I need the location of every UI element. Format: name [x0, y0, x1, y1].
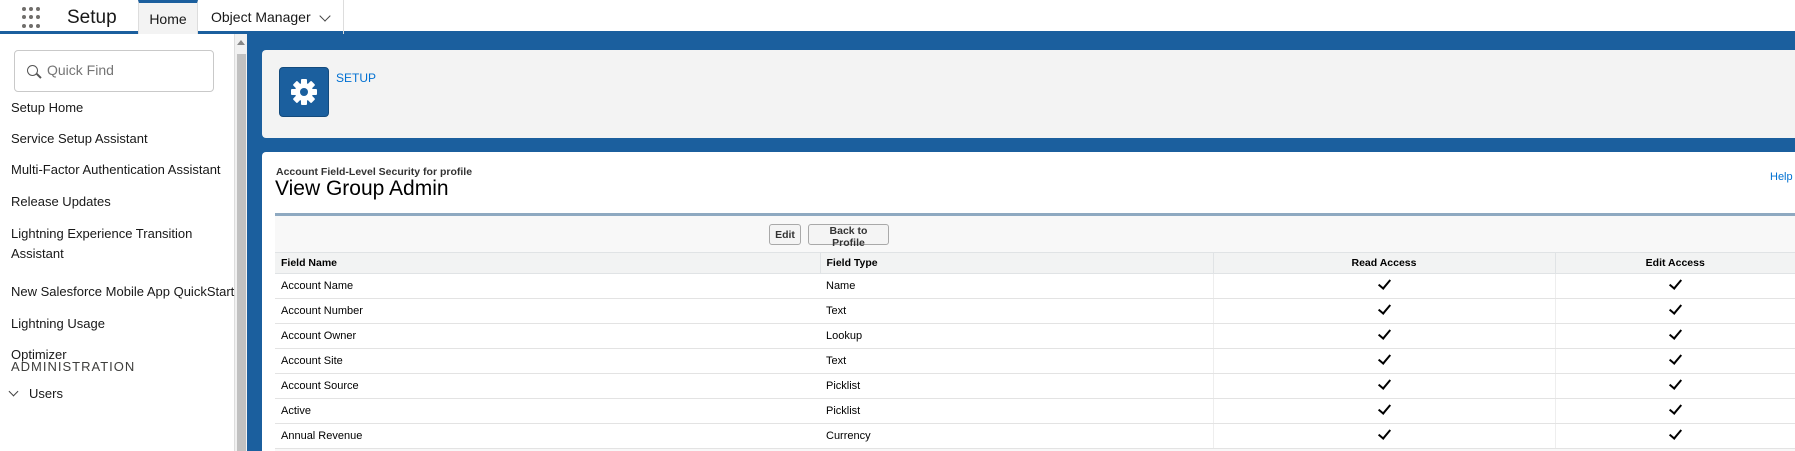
column-header-edit-access: Edit Access	[1554, 252, 1795, 274]
checkmark-icon	[1377, 351, 1391, 365]
field-name-cell: Account Site	[275, 348, 820, 374]
edit-button[interactable]: Edit	[769, 224, 801, 245]
table-row: Account Site Text	[275, 348, 1795, 374]
field-name-cell: Account Source	[275, 373, 820, 399]
table-row: Account Number Text	[275, 298, 1795, 324]
checkmark-icon	[1377, 401, 1391, 415]
search-icon	[27, 65, 38, 76]
checkmark-icon	[1668, 301, 1682, 315]
field-type-cell: Picklist	[820, 398, 1213, 424]
checkmark-icon	[1668, 376, 1682, 390]
gear-icon	[279, 67, 329, 117]
read-access-cell	[1212, 298, 1555, 324]
checkmark-icon	[1668, 351, 1682, 365]
checkmark-icon	[1377, 301, 1391, 315]
field-name-cell: Account Number	[275, 298, 820, 324]
field-type-cell: Name	[820, 273, 1213, 299]
field-name-cell: Annual Revenue	[275, 423, 820, 449]
field-name-cell: Account Owner	[275, 323, 820, 349]
sidebar-item-lightning-transition-assistant[interactable]: Lightning Experience Transition Assistan…	[11, 224, 201, 264]
field-type-cell: Text	[820, 348, 1213, 374]
column-header-field-type: Field Type	[819, 252, 1213, 274]
table-row: Account Name Name	[275, 273, 1795, 299]
field-type-cell: Text	[820, 298, 1213, 324]
scroll-up-icon[interactable]	[237, 40, 245, 45]
sidebar-item-users-label: Users	[29, 386, 63, 401]
edit-access-cell	[1554, 373, 1795, 399]
app-launcher-icon[interactable]	[22, 7, 44, 29]
checkmark-icon	[1668, 276, 1682, 290]
table-row: Account Source Picklist	[275, 373, 1795, 399]
column-header-field-name: Field Name	[275, 252, 820, 274]
read-access-cell	[1212, 398, 1555, 424]
page-header-card	[262, 50, 1795, 138]
column-header-read-access: Read Access	[1212, 252, 1555, 274]
edit-access-cell	[1554, 423, 1795, 449]
checkmark-icon	[1377, 326, 1391, 340]
field-type-cell: Picklist	[820, 373, 1213, 399]
edit-access-cell	[1554, 398, 1795, 424]
read-access-cell	[1212, 348, 1555, 374]
sidebar-item-setup-home[interactable]: Setup Home	[11, 98, 236, 118]
sidebar-item-mfa-assistant[interactable]: Multi-Factor Authentication Assistant	[11, 160, 236, 180]
table-row: Account Owner Lookup	[275, 323, 1795, 349]
breadcrumb-setup[interactable]: SETUP	[336, 71, 376, 85]
tab-object-manager-label: Object Manager	[211, 9, 311, 25]
checkmark-icon	[1668, 401, 1682, 415]
section-header-administration: ADMINISTRATION	[11, 359, 136, 374]
field-level-security-table: Field Name Field Type Read Access Edit A…	[275, 252, 1795, 449]
read-access-cell	[1212, 273, 1555, 299]
field-type-cell: Lookup	[820, 323, 1213, 349]
table-row: Annual Revenue Currency	[275, 423, 1795, 449]
app-title: Setup	[67, 7, 117, 28]
sidebar-item-service-setup-assistant[interactable]: Service Setup Assistant	[11, 129, 236, 149]
quick-find-box[interactable]	[14, 50, 214, 92]
read-access-cell	[1212, 373, 1555, 399]
table-row: Active Picklist	[275, 398, 1795, 424]
edit-access-cell	[1554, 323, 1795, 349]
checkmark-icon	[1377, 376, 1391, 390]
edit-access-cell	[1554, 348, 1795, 374]
quick-find-input[interactable]	[45, 61, 209, 79]
back-to-profile-button[interactable]: Back to Profile	[808, 224, 889, 249]
edit-access-cell	[1554, 273, 1795, 299]
field-name-cell: Account Name	[275, 273, 820, 299]
field-type-cell: Currency	[820, 423, 1213, 449]
table-header-row: Field Name Field Type Read Access Edit A…	[275, 252, 1795, 274]
tab-home[interactable]: Home	[138, 0, 198, 34]
sidebar-item-lightning-usage[interactable]: Lightning Usage	[11, 314, 236, 334]
checkmark-icon	[1377, 276, 1391, 290]
field-name-cell: Active	[275, 398, 820, 424]
sidebar-item-mobile-quickstart[interactable]: New Salesforce Mobile App QuickStart	[11, 282, 236, 302]
global-header: Setup Home Object Manager	[0, 0, 1795, 34]
checkmark-icon	[1668, 326, 1682, 340]
sidebar-item-users[interactable]: Users	[8, 386, 63, 401]
sidebar-item-release-updates[interactable]: Release Updates	[11, 192, 236, 212]
page-title: View Group Admin	[275, 177, 449, 200]
chevron-down-icon[interactable]	[319, 10, 331, 22]
checkmark-icon	[1668, 426, 1682, 440]
checkmark-icon	[1377, 426, 1391, 440]
sidebar-scroll-thumb[interactable]	[237, 54, 246, 451]
read-access-cell	[1212, 423, 1555, 449]
edit-access-cell	[1554, 298, 1795, 324]
help-link[interactable]: Help	[1770, 171, 1793, 183]
read-access-cell	[1212, 323, 1555, 349]
chevron-down-icon[interactable]	[8, 386, 19, 397]
tab-object-manager[interactable]: Object Manager	[199, 0, 344, 34]
